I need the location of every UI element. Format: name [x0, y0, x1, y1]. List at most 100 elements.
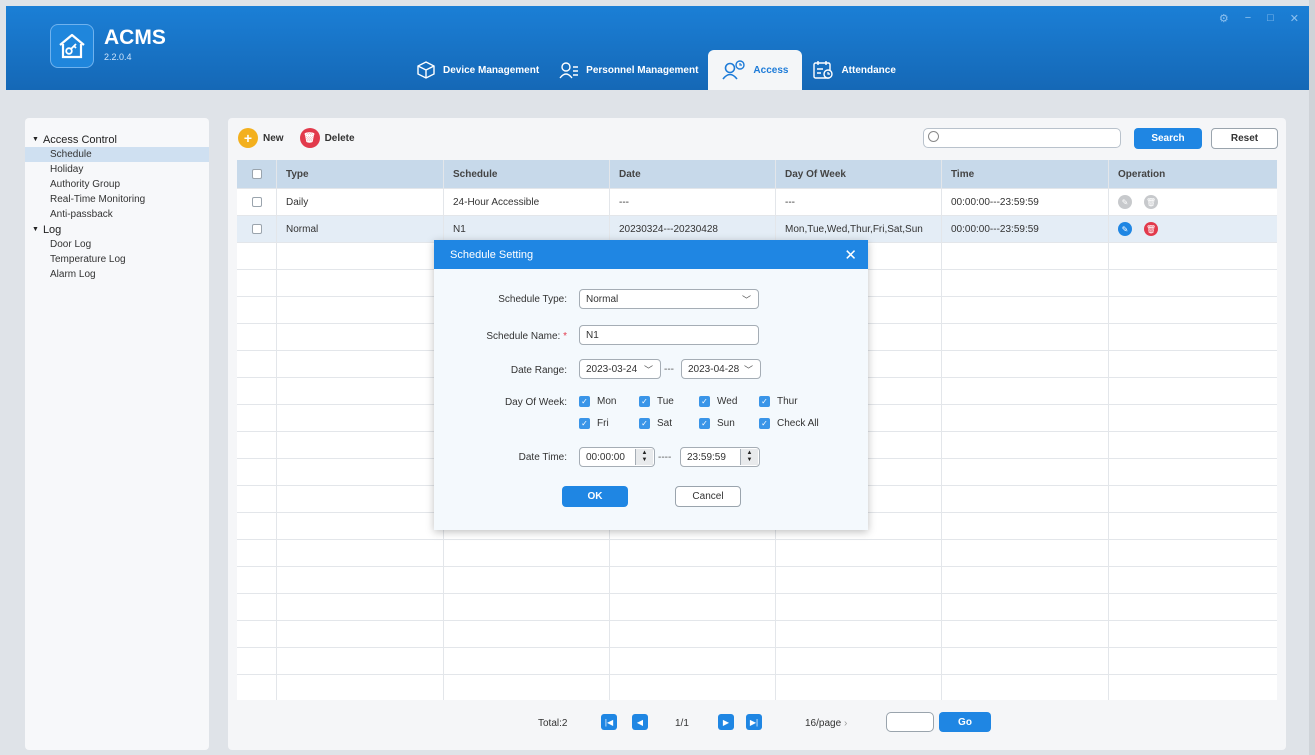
- select-all-checkbox[interactable]: [251, 169, 262, 179]
- tab-access[interactable]: Access: [708, 50, 803, 90]
- chevron-down-icon: ﹀: [643, 365, 653, 375]
- time-to-input[interactable]: 23:59:59 ▲ ▼: [680, 447, 760, 467]
- cell-day-of-week: ---: [776, 189, 942, 215]
- edit-icon: ✎: [1118, 195, 1132, 209]
- sidebar: ▼ Access Control Schedule Holiday Author…: [25, 118, 209, 750]
- goto-page-input[interactable]: [886, 712, 934, 732]
- edit-icon[interactable]: ✎: [1118, 222, 1132, 236]
- personnel-icon: [559, 62, 579, 79]
- total-count: Total:2: [538, 718, 568, 729]
- row-checkbox[interactable]: [251, 224, 262, 234]
- sidebar-item-temperature-log[interactable]: Temperature Log: [25, 252, 209, 267]
- tab-device-management[interactable]: Device Management: [406, 50, 549, 90]
- app-title: ACMS: [104, 26, 166, 49]
- cell-operation: ✎ 🗑: [1109, 189, 1277, 215]
- cancel-button[interactable]: Cancel: [675, 486, 741, 507]
- sidebar-item-alarm-log[interactable]: Alarm Log: [25, 267, 209, 282]
- checkbox-label: Sat: [657, 418, 673, 429]
- schedule-name-input[interactable]: N1: [579, 325, 759, 345]
- checkbox-sat[interactable]: ✓ Sat: [639, 418, 672, 429]
- sidebar-item-anti-passback[interactable]: Anti-passback: [25, 207, 209, 222]
- plus-icon: +: [238, 128, 258, 148]
- column-header: Operation: [1118, 168, 1166, 180]
- prev-page-icon[interactable]: ◀: [632, 714, 648, 730]
- next-page-icon[interactable]: ▶: [718, 714, 734, 730]
- search-button[interactable]: Search: [1134, 128, 1202, 149]
- last-page-icon[interactable]: ▶|: [746, 714, 762, 730]
- access-icon: [722, 60, 746, 80]
- toolbar: + New 🗑 Delete: [238, 128, 355, 148]
- ok-button[interactable]: OK: [562, 486, 628, 507]
- date-to-picker[interactable]: 2023-04-28 ﹀: [681, 359, 761, 379]
- time-from-input[interactable]: 00:00:00 ▲ ▼: [579, 447, 655, 467]
- sidebar-item-schedule[interactable]: Schedule: [25, 147, 209, 162]
- checkmark-icon: ✓: [699, 396, 710, 407]
- new-button[interactable]: + New: [238, 128, 284, 148]
- time-from-value: 00:00:00: [586, 451, 625, 463]
- cell-schedule: 24-Hour Accessible: [444, 189, 610, 215]
- schedule-type-select[interactable]: Normal ﹀: [579, 289, 759, 309]
- sidebar-group-access-control[interactable]: ▼ Access Control: [25, 132, 209, 147]
- tab-label: Device Management: [443, 64, 540, 76]
- checkmark-icon: ✓: [759, 396, 770, 407]
- empty-row: [237, 594, 1277, 621]
- sidebar-item-real-time-monitoring[interactable]: Real-Time Monitoring: [25, 192, 209, 207]
- spinner-icon[interactable]: ▲ ▼: [635, 449, 653, 465]
- delete-label: Delete: [324, 132, 355, 144]
- sidebar-item-holiday[interactable]: Holiday: [25, 162, 209, 177]
- chevron-down-icon: ﹀: [741, 295, 751, 305]
- settings-icon[interactable]: ⚙: [1219, 12, 1229, 25]
- go-button[interactable]: Go: [939, 712, 991, 732]
- trash-icon[interactable]: 🗑: [1144, 222, 1158, 236]
- checkbox-thur[interactable]: ✓ Thur: [759, 396, 798, 407]
- tab-label: Personnel Management: [586, 64, 699, 76]
- date-to-value: 2023-04-28: [688, 363, 740, 375]
- sidebar-item-door-log[interactable]: Door Log: [25, 237, 209, 252]
- first-page-icon[interactable]: |◀: [601, 714, 617, 730]
- window-controls: ⚙ − □ ✕: [1219, 12, 1299, 25]
- time-to-value: 23:59:59: [687, 451, 726, 463]
- maximize-icon[interactable]: □: [1267, 12, 1274, 25]
- day-of-week-label: Day Of Week:: [504, 397, 567, 408]
- cell-schedule: N1: [444, 216, 610, 242]
- device-icon: [417, 61, 435, 79]
- row-checkbox[interactable]: [251, 197, 262, 207]
- tab-label: Access: [753, 64, 789, 76]
- tab-personnel-management[interactable]: Personnel Management: [549, 50, 708, 90]
- checkbox-label: Check All: [777, 418, 819, 429]
- checkbox-tue[interactable]: ✓ Tue: [639, 396, 674, 407]
- schedule-name-value: N1: [586, 329, 599, 341]
- checkbox-sun[interactable]: ✓ Sun: [699, 418, 735, 429]
- page-size-value: 16/page: [805, 718, 842, 729]
- spinner-icon[interactable]: ▲ ▼: [740, 449, 758, 465]
- checkbox-wed[interactable]: ✓ Wed: [699, 396, 737, 407]
- trash-icon: 🗑: [299, 128, 320, 148]
- sidebar-group-log[interactable]: ▼ Log: [25, 222, 209, 237]
- sidebar-item-authority-group[interactable]: Authority Group: [25, 177, 209, 192]
- group-label: Log: [42, 223, 62, 236]
- schedule-setting-dialog: Schedule Setting ✕ Schedule Type: Normal…: [434, 240, 868, 530]
- checkbox-mon[interactable]: ✓ Mon: [579, 396, 616, 407]
- tab-attendance[interactable]: Attendance: [802, 50, 905, 90]
- reset-button[interactable]: Reset: [1211, 128, 1278, 149]
- column-header: Date: [610, 160, 776, 188]
- empty-row: [237, 621, 1277, 648]
- page-size-select[interactable]: 16/page ›: [805, 718, 847, 729]
- close-icon[interactable]: ✕: [844, 246, 857, 264]
- search-input[interactable]: [923, 128, 1121, 148]
- checkbox-label: Tue: [657, 396, 674, 407]
- date-from-picker[interactable]: 2023-03-24 ﹀: [579, 359, 661, 379]
- minimize-icon[interactable]: −: [1245, 12, 1251, 25]
- close-icon[interactable]: ✕: [1290, 12, 1299, 25]
- table-row[interactable]: Daily 24-Hour Accessible --- --- 00:00:0…: [237, 189, 1277, 216]
- cell-operation: ✎ 🗑: [1109, 216, 1277, 242]
- table-row[interactable]: Normal N1 20230324---20230428 Mon,Tue,We…: [237, 216, 1277, 243]
- column-header: Schedule: [444, 160, 610, 188]
- trash-icon: 🗑: [1144, 195, 1158, 209]
- select-all-cell: [237, 160, 277, 188]
- delete-button[interactable]: 🗑 Delete: [299, 128, 355, 148]
- checkbox-check-all[interactable]: ✓ Check All: [759, 418, 819, 429]
- date-time-label: Date Time:: [518, 452, 567, 463]
- row-select-cell: [237, 189, 277, 215]
- checkbox-fri[interactable]: ✓ Fri: [579, 418, 609, 429]
